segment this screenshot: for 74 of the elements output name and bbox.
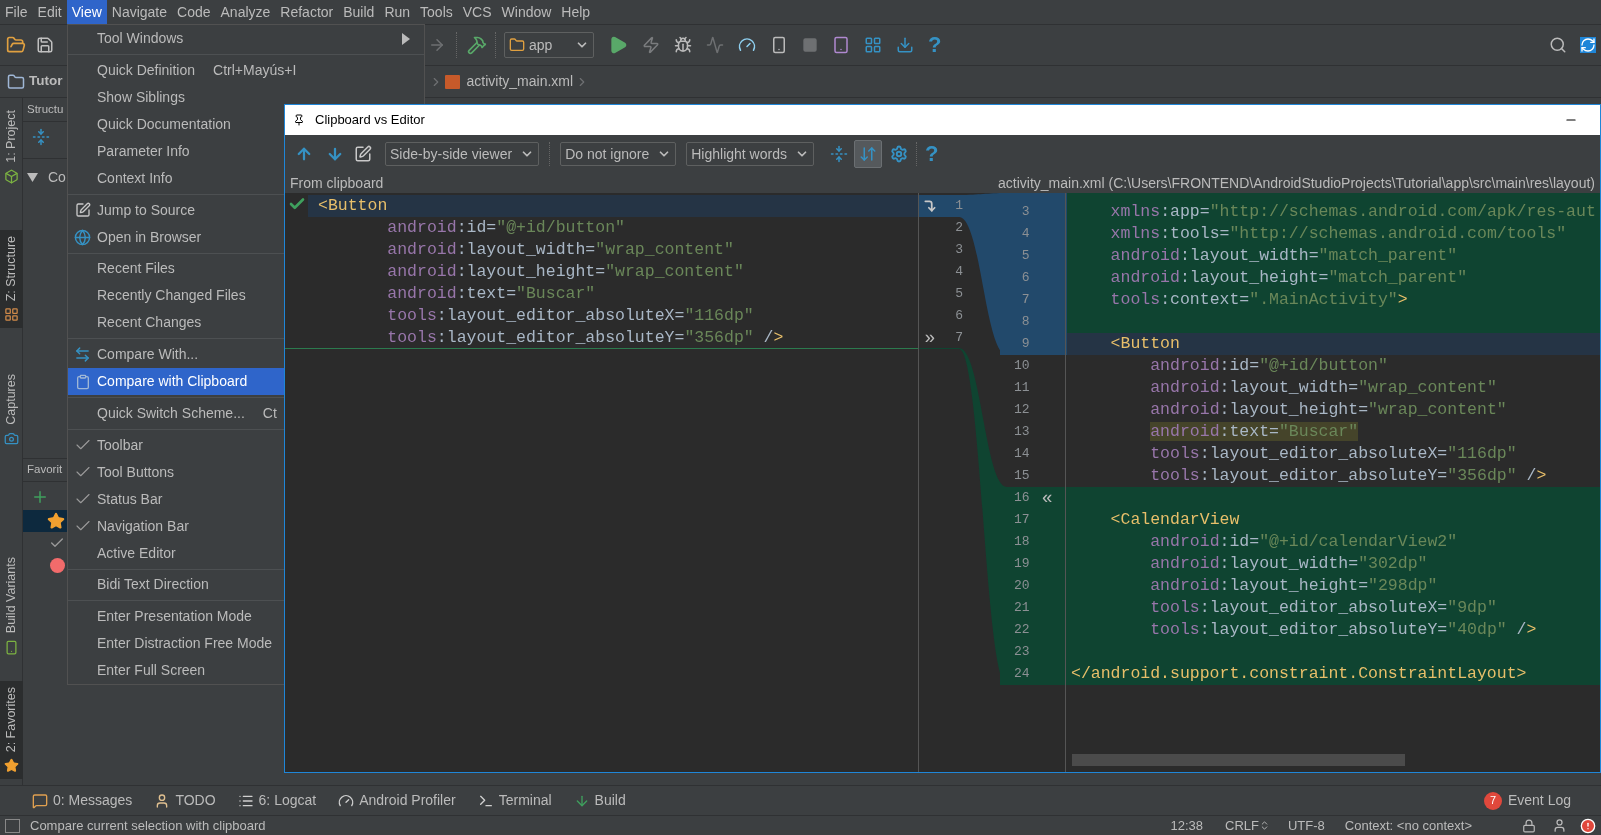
- tool-window-button[interactable]: TODO: [154, 790, 216, 811]
- tree-node[interactable]: Co: [48, 167, 66, 188]
- tool-window-tab[interactable]: 1: Project: [0, 104, 23, 190]
- menu-bar-item[interactable]: Code: [172, 0, 216, 24]
- menu-bar-item[interactable]: Build: [338, 0, 380, 24]
- line-number: 15: [1012, 467, 1030, 485]
- line-number: 13: [1012, 423, 1030, 441]
- breadcrumb-item[interactable]: Tutor: [29, 71, 63, 92]
- menu-bar-item[interactable]: Edit: [32, 0, 67, 24]
- menu-bar-item[interactable]: Tools: [415, 0, 458, 24]
- menu-bar-item[interactable]: View: [66, 0, 107, 24]
- tool-window-tab[interactable]: Build Variants: [0, 551, 23, 661]
- line-number: 14: [1012, 445, 1030, 463]
- menu-bar-item[interactable]: VCS: [457, 0, 497, 24]
- tool-window-button[interactable]: Terminal: [477, 790, 552, 811]
- line-separator[interactable]: CRLF: [1225, 815, 1259, 835]
- code-line: android:id="@+id/button": [386, 217, 626, 239]
- tool-window-tab[interactable]: Captures: [0, 368, 23, 452]
- menu-bar-item[interactable]: Analyze: [215, 0, 276, 24]
- menu-item[interactable]: Tool Buttons: [68, 458, 424, 486]
- line-number: 12: [1012, 401, 1030, 419]
- menu-bar-item[interactable]: Window: [496, 0, 557, 24]
- apply-change-button[interactable]: «: [1041, 489, 1053, 507]
- menu-bar-item[interactable]: Help: [556, 0, 596, 24]
- tool-window-tab[interactable]: 2: Favorites: [0, 680, 23, 779]
- line-number: 10: [1012, 357, 1030, 375]
- context-indicator[interactable]: Context: <no context>: [1344, 815, 1472, 835]
- menu-item[interactable]: Quick Definition Ctrl+Mayús+I: [68, 56, 424, 84]
- apply-change-button[interactable]: »: [924, 329, 936, 347]
- run-config-dropdown[interactable]: app: [504, 32, 594, 58]
- line-number: 2: [954, 219, 963, 237]
- highlight-dropdown[interactable]: Highlight words: [686, 142, 814, 166]
- code-line: android:layout_height="wrap_content": [1149, 399, 1508, 421]
- tool-window-button[interactable]: Android Profiler: [338, 790, 456, 811]
- code-line: tools:layout_editor_absoluteY="356dp" />: [1149, 465, 1548, 487]
- menu-item[interactable]: Tool Windows: [68, 25, 424, 52]
- code-line: android:layout_height="wrap_content": [386, 261, 745, 283]
- code-line: android:text="Buscar": [386, 283, 597, 305]
- code-line: android:layout_width="wrap_content": [386, 239, 735, 261]
- code-line: android:id="@+id/button": [1149, 355, 1389, 377]
- file-encoding[interactable]: UTF-8: [1287, 815, 1325, 835]
- menu-item[interactable]: Toolbar: [68, 431, 424, 459]
- menu-item[interactable]: Navigation Bar: [68, 512, 424, 540]
- tool-window-button[interactable]: 0: Messages: [32, 790, 133, 811]
- line-number: 11: [1012, 379, 1030, 397]
- menu-bar-item[interactable]: File: [0, 0, 33, 24]
- viewer-dropdown[interactable]: Side-by-side viewer: [385, 142, 540, 166]
- help-button[interactable]: ?: [924, 143, 939, 165]
- tool-window-tab[interactable]: Z: Structure: [0, 229, 23, 329]
- status-message: Compare current selection with clipboard: [30, 816, 266, 835]
- event-log-button[interactable]: 7 Event Log: [1483, 790, 1571, 811]
- menu-bar-item[interactable]: Navigate: [106, 0, 173, 24]
- line-number: 7: [954, 329, 963, 347]
- menu-item[interactable]: Show Siblings: [68, 83, 424, 111]
- menu-bar-item[interactable]: Refactor: [275, 0, 339, 24]
- menu-bar-item[interactable]: Run: [379, 0, 416, 24]
- pane-title: From clipboard: [290, 173, 384, 193]
- tool-window-button[interactable]: 6: Logcat: [237, 790, 317, 811]
- code-line: tools:layout_editor_absoluteX="116dp": [1149, 443, 1518, 465]
- line-number: 3: [954, 241, 963, 259]
- notification-count: 7: [1483, 791, 1502, 810]
- code-line: android:layout_width="wrap_content": [1149, 377, 1498, 399]
- line-number: 5: [954, 285, 963, 303]
- caret-position[interactable]: 12:38: [1170, 815, 1203, 835]
- breadcrumb-item[interactable]: activity_main.xml: [466, 71, 574, 92]
- pane-title: activity_main.xml (C:\Users\FRONTEND\AndroidStudioProjects\Tutorial\app\src\main\res\layout): [998, 173, 1595, 193]
- line-number: 4: [954, 263, 963, 281]
- menu-item[interactable]: Status Bar: [68, 485, 424, 513]
- line-number: 6: [954, 307, 963, 325]
- help-button[interactable]: ?: [928, 34, 942, 56]
- ignore-dropdown[interactable]: Do not ignore: [560, 142, 677, 166]
- tool-window-button[interactable]: Build: [573, 790, 626, 811]
- window-title: Clipboard vs Editor: [315, 111, 425, 130]
- code-line: tools:layout_editor_absoluteX="116dp": [386, 305, 755, 327]
